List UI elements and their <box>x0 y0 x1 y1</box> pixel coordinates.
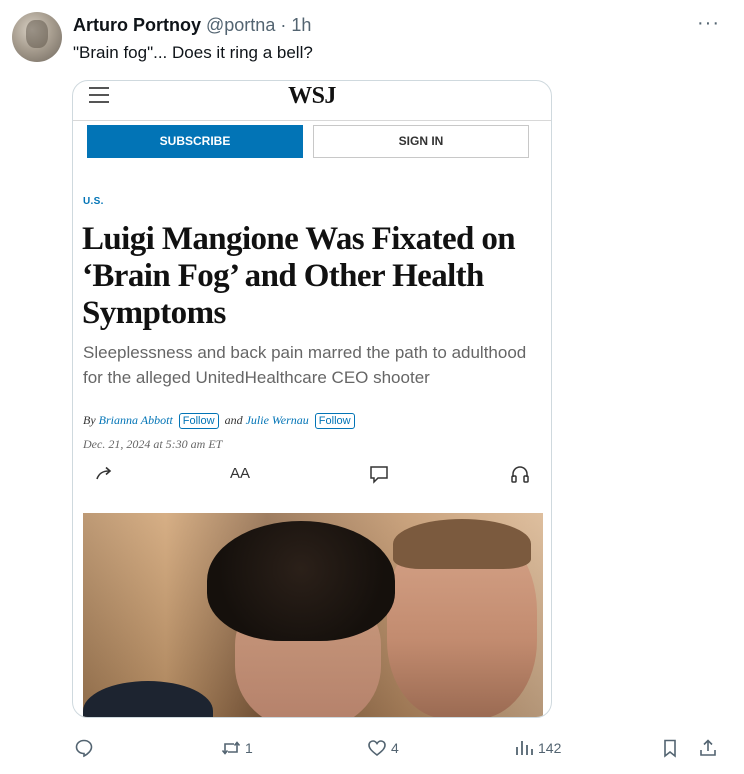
wsj-header: WSJ <box>73 81 551 121</box>
follow-button-1: Follow <box>178 413 219 429</box>
like-icon <box>368 740 386 757</box>
author-handle[interactable]: @portna <box>206 15 275 35</box>
author-name[interactable]: Arturo Portnoy <box>73 15 201 35</box>
follow-button-2: Follow <box>314 413 355 429</box>
comment-icon <box>370 466 388 484</box>
byline: By Brianna Abbott Follow and Julie Werna… <box>83 413 358 429</box>
article-headline: Luigi Mangione Was Fixated on ‘Brain Fog… <box>82 221 516 331</box>
dateline: Dec. 21, 2024 at 5:30 am ET <box>83 437 223 451</box>
like-button[interactable]: 4 <box>367 736 399 760</box>
upload-icon <box>700 739 716 756</box>
article-photo <box>83 513 543 717</box>
like-count: 4 <box>391 740 399 756</box>
byline-and: and <box>224 413 243 427</box>
bookmark-icon <box>664 739 676 758</box>
views-icon <box>516 741 533 755</box>
post-time[interactable]: 1h <box>291 15 311 35</box>
section-label: U.S. <box>83 196 104 207</box>
byline-by: By <box>83 413 96 427</box>
repost-button[interactable]: 1 <box>221 736 253 760</box>
photo-figure-hair <box>207 521 395 641</box>
headphones-icon <box>511 466 529 483</box>
subscribe-button: SUBSCRIBE <box>87 125 303 158</box>
share-icon <box>96 466 112 480</box>
author-1-link: Brianna Abbott <box>98 413 173 427</box>
repost-icon <box>221 741 241 755</box>
reply-icon <box>75 739 93 758</box>
post-text: "Brain fog"... Does it ring a bell? <box>73 43 313 62</box>
reply-button[interactable] <box>74 736 98 760</box>
avatar[interactable] <box>12 12 62 62</box>
article-dek: Sleeplessness and back pain marred the p… <box>83 343 527 387</box>
views-count: 142 <box>538 740 562 756</box>
text-size-icon: AA <box>230 465 251 482</box>
share-button[interactable] <box>698 736 718 760</box>
media-card[interactable]: WSJ SUBSCRIBE SIGN IN U.S. Luigi Mangion… <box>72 80 552 718</box>
repost-count: 1 <box>245 740 253 756</box>
views-button[interactable]: 142 <box>514 736 561 760</box>
wsj-logo: WSJ <box>288 83 336 109</box>
signin-button: SIGN IN <box>313 125 529 158</box>
more-icon[interactable]: ··· <box>697 12 720 35</box>
post-header: Arturo Portnoy @portna · 1h <box>73 14 311 36</box>
bookmark-button[interactable] <box>660 736 680 760</box>
author-2-link: Julie Wernau <box>245 413 309 427</box>
action-bar: 1 4 142 <box>0 730 744 766</box>
meta-separator: · <box>280 15 287 35</box>
